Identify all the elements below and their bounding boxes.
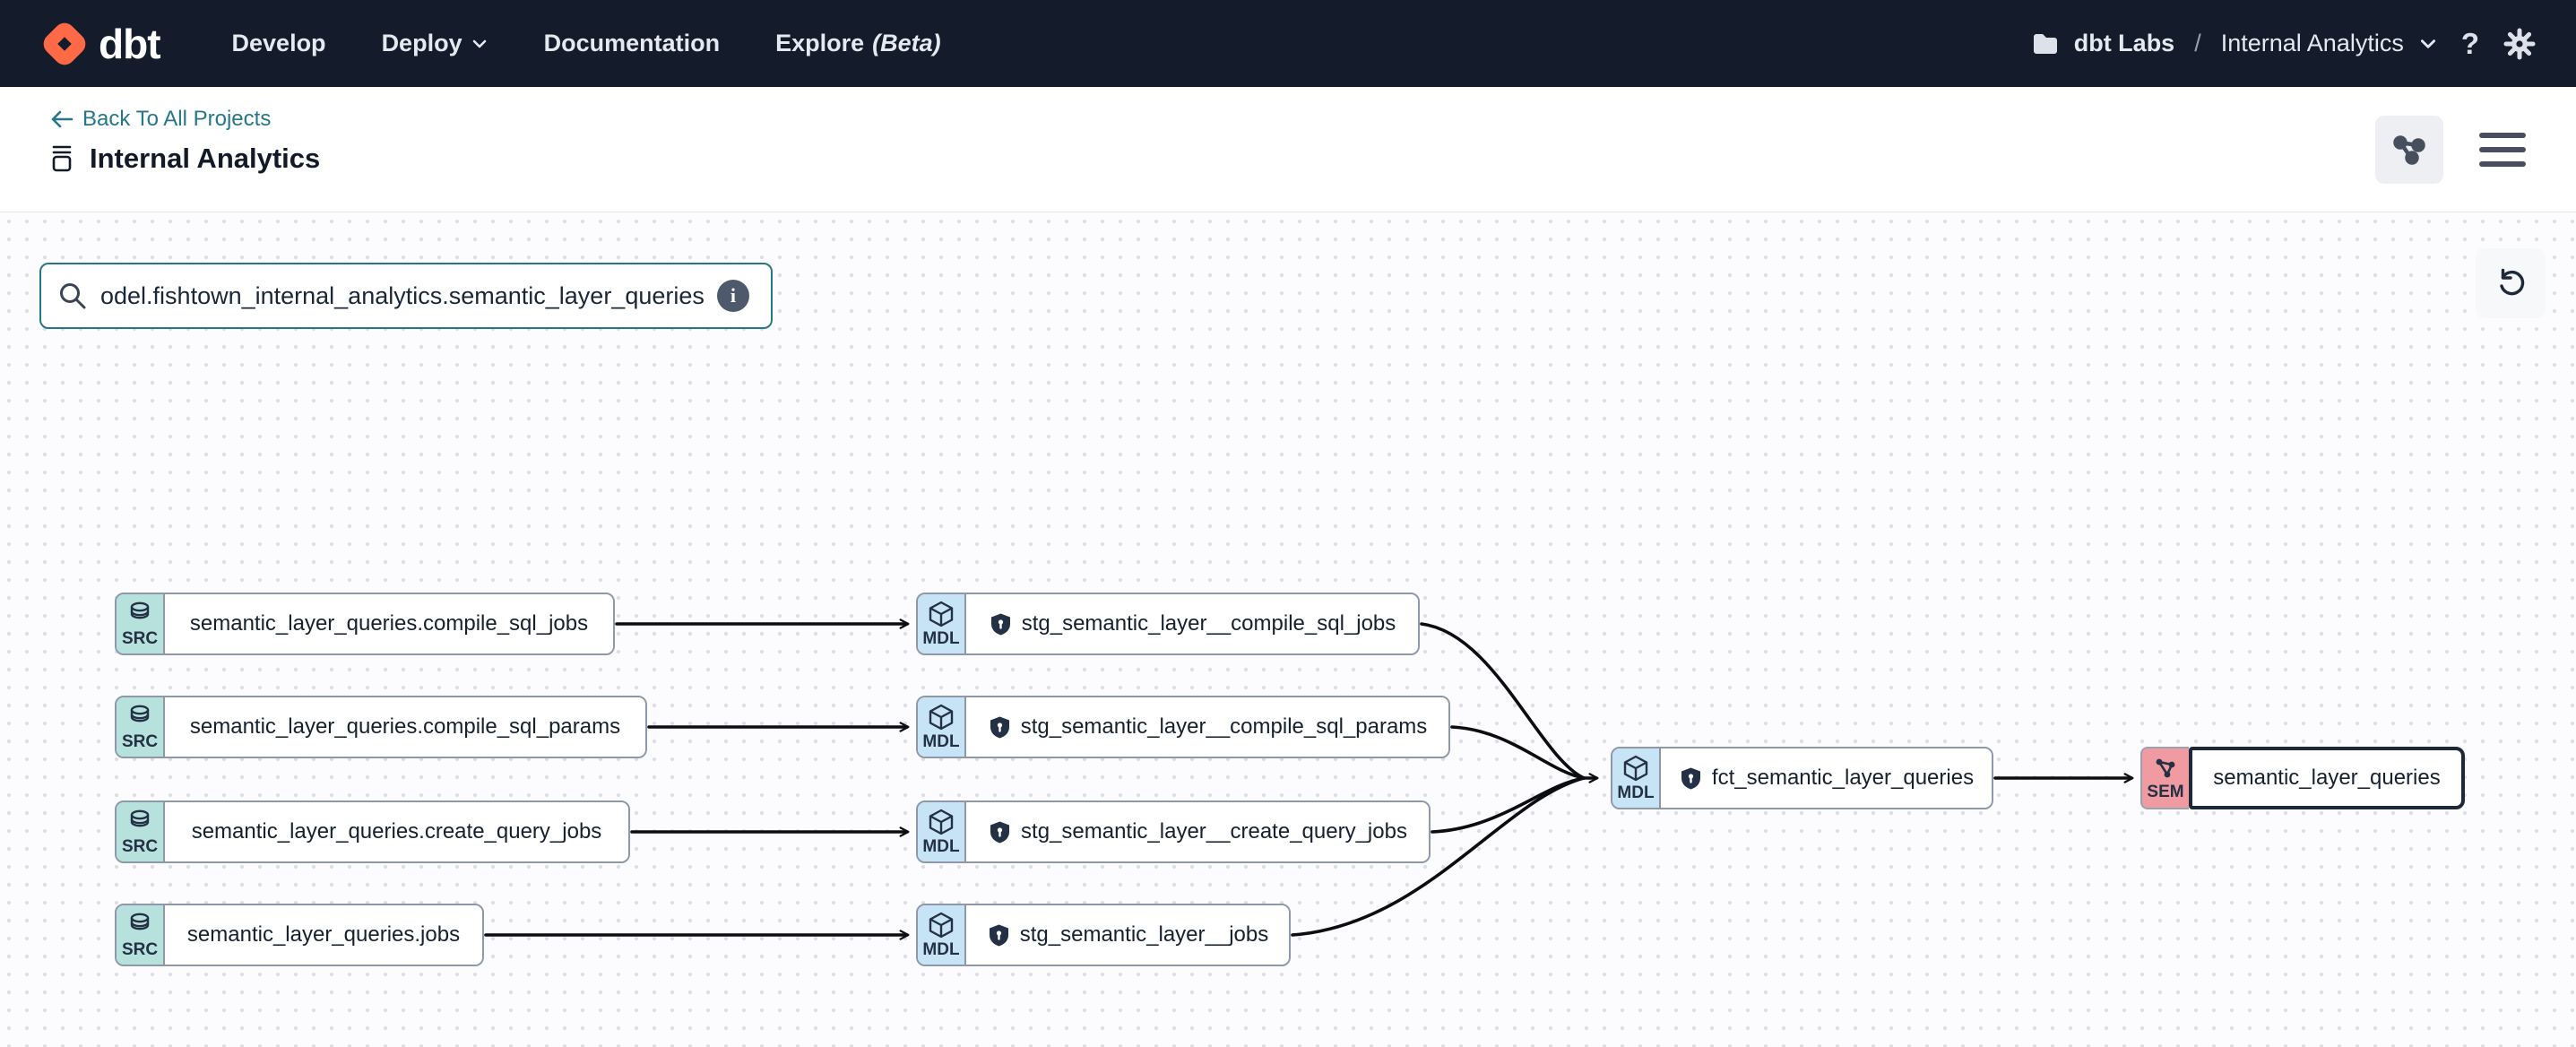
cube-icon: MDL bbox=[918, 802, 966, 861]
node-label: semantic_layer_queries.create_query_jobs bbox=[192, 819, 602, 844]
database-icon: SRC bbox=[117, 802, 165, 861]
graph-node-src_compile_sql_params[interactable]: SRC semantic_layer_queries.compile_sql_pa… bbox=[115, 696, 647, 758]
nav-item-documentation[interactable]: Documentation bbox=[544, 30, 721, 57]
node-badge-label: MDL bbox=[922, 629, 959, 649]
hamburger-menu-icon[interactable] bbox=[2479, 133, 2526, 167]
top-navbar: dbt Develop Deploy Documentation Explore… bbox=[0, 0, 2576, 87]
node-body: semantic_layer_queries.compile_sql_jobs bbox=[165, 594, 613, 653]
shield-icon bbox=[988, 715, 1012, 740]
search-icon bbox=[57, 281, 88, 311]
node-body: stg_semantic_layer__create_query_jobs bbox=[966, 802, 1429, 861]
brand-text: dbt bbox=[99, 20, 160, 68]
project-selector[interactable]: Internal Analytics bbox=[2221, 30, 2404, 57]
shield-icon bbox=[989, 612, 1013, 636]
nav-items: Develop Deploy Documentation Explore (Be… bbox=[232, 30, 941, 57]
graph-node-src_compile_sql_jobs[interactable]: SRC semantic_layer_queries.compile_sql_jo… bbox=[115, 593, 615, 655]
lineage-edge bbox=[1452, 727, 1584, 778]
node-body: semantic_layer_queries.jobs bbox=[165, 905, 482, 965]
graph-node-stg_compile_sql_params[interactable]: MDL stg_semantic_layer__compile_sql_param… bbox=[916, 696, 1450, 758]
node-body: stg_semantic_layer__compile_sql_jobs bbox=[966, 594, 1418, 653]
shield-icon bbox=[988, 820, 1012, 844]
lineage-search-input[interactable]: odel.fishtown_internal_analytics.semanti… bbox=[39, 263, 773, 329]
help-icon[interactable]: ? bbox=[2461, 27, 2479, 61]
reset-view-button[interactable] bbox=[2476, 248, 2546, 318]
graph-node-fct_semantic_layer_queries[interactable]: MDL fct_semantic_layer_queries bbox=[1611, 747, 1993, 809]
node-label: stg_semantic_layer__create_query_jobs bbox=[1021, 819, 1407, 844]
node-body: stg_semantic_layer__jobs bbox=[966, 905, 1289, 965]
cube-icon: MDL bbox=[918, 594, 966, 653]
database-icon: SRC bbox=[117, 905, 165, 965]
nav-item-explore[interactable]: Explore (Beta) bbox=[775, 30, 941, 57]
cube-icon: MDL bbox=[918, 697, 966, 757]
node-label: semantic_layer_queries.compile_sql_jobs bbox=[190, 611, 588, 636]
lineage-icon bbox=[2390, 130, 2429, 169]
account-breadcrumb: dbt Labs / Internal Analytics bbox=[2031, 30, 2438, 58]
node-badge-label: MDL bbox=[922, 837, 959, 857]
chevron-down-icon[interactable] bbox=[2418, 34, 2438, 54]
database-icon: SRC bbox=[117, 594, 165, 653]
folder-icon bbox=[2031, 30, 2060, 58]
breadcrumb-separator: / bbox=[2194, 30, 2201, 57]
lineage-view-button[interactable] bbox=[2375, 116, 2443, 184]
cube-icon: MDL bbox=[1612, 748, 1661, 808]
node-label: fct_semantic_layer_queries bbox=[1712, 766, 1974, 791]
shield-icon bbox=[1679, 766, 1703, 791]
shield-icon bbox=[987, 923, 1011, 947]
node-badge-label: MDL bbox=[922, 940, 959, 960]
page-title: Internal Analytics bbox=[47, 143, 320, 175]
node-body: semantic_layer_queries.create_query_jobs bbox=[165, 802, 628, 861]
node-badge-label: SRC bbox=[122, 837, 158, 857]
node-label: semantic_layer_queries.jobs bbox=[187, 922, 460, 947]
node-label: stg_semantic_layer__jobs bbox=[1020, 922, 1269, 947]
project-icon bbox=[47, 143, 77, 174]
reset-icon bbox=[2493, 265, 2528, 301]
graph-node-sem_semantic_layer_queries[interactable]: SEM semantic_layer_queries bbox=[2140, 747, 2465, 809]
nav-item-deploy[interactable]: Deploy bbox=[382, 30, 488, 57]
node-body: stg_semantic_layer__compile_sql_params bbox=[966, 697, 1448, 757]
database-icon: SRC bbox=[117, 697, 165, 757]
cube-icon: MDL bbox=[918, 905, 966, 965]
node-badge-label: SEM bbox=[2147, 783, 2183, 802]
beta-tag: (Beta) bbox=[872, 30, 941, 57]
graph-node-stg_jobs[interactable]: MDL stg_semantic_layer__jobs bbox=[916, 904, 1291, 966]
graph-node-src_create_query_jobs[interactable]: SRC semantic_layer_queries.create_query_j… bbox=[115, 800, 630, 863]
page-header: Back To All Projects Internal Analytics bbox=[0, 87, 2576, 212]
lineage-canvas[interactable]: odel.fishtown_internal_analytics.semanti… bbox=[0, 212, 2576, 1047]
header-actions bbox=[2375, 116, 2526, 184]
node-body: semantic_layer_queries.compile_sql_param… bbox=[165, 697, 645, 757]
back-arrow-icon bbox=[50, 109, 73, 129]
node-label: semantic_layer_queries bbox=[2213, 766, 2440, 791]
node-badge-label: MDL bbox=[1617, 783, 1654, 803]
nav-item-develop[interactable]: Develop bbox=[232, 30, 326, 57]
node-body: semantic_layer_queries bbox=[2189, 747, 2465, 809]
chevron-down-icon bbox=[471, 35, 488, 53]
node-badge-label: SRC bbox=[122, 940, 158, 960]
graph-node-stg_compile_sql_jobs[interactable]: MDL stg_semantic_layer__compile_sql_jobs bbox=[916, 593, 1420, 655]
node-label: stg_semantic_layer__compile_sql_params bbox=[1021, 714, 1428, 740]
graph-node-src_jobs[interactable]: SRC semantic_layer_queries.jobs bbox=[115, 904, 484, 966]
account-name[interactable]: dbt Labs bbox=[2074, 30, 2175, 57]
lineage-edge bbox=[1432, 778, 1584, 832]
node-badge-label: MDL bbox=[922, 732, 959, 752]
dbt-logo[interactable]: dbt bbox=[39, 19, 160, 69]
back-to-projects-link[interactable]: Back To All Projects bbox=[50, 107, 271, 132]
settings-gear-icon[interactable] bbox=[2503, 27, 2537, 61]
node-badge-label: SRC bbox=[122, 629, 158, 649]
search-value: odel.fishtown_internal_analytics.semanti… bbox=[100, 282, 705, 310]
node-label: semantic_layer_queries.compile_sql_param… bbox=[190, 714, 620, 740]
node-badge-label: SRC bbox=[122, 732, 158, 752]
node-label: stg_semantic_layer__compile_sql_jobs bbox=[1022, 611, 1396, 636]
info-icon[interactable]: i bbox=[717, 280, 749, 312]
node-body: fct_semantic_layer_queries bbox=[1661, 748, 1992, 808]
dbt-logo-icon bbox=[39, 19, 90, 69]
semantic-icon: SEM bbox=[2140, 747, 2189, 809]
graph-node-stg_create_query_jobs[interactable]: MDL stg_semantic_layer__create_query_jobs bbox=[916, 800, 1431, 863]
